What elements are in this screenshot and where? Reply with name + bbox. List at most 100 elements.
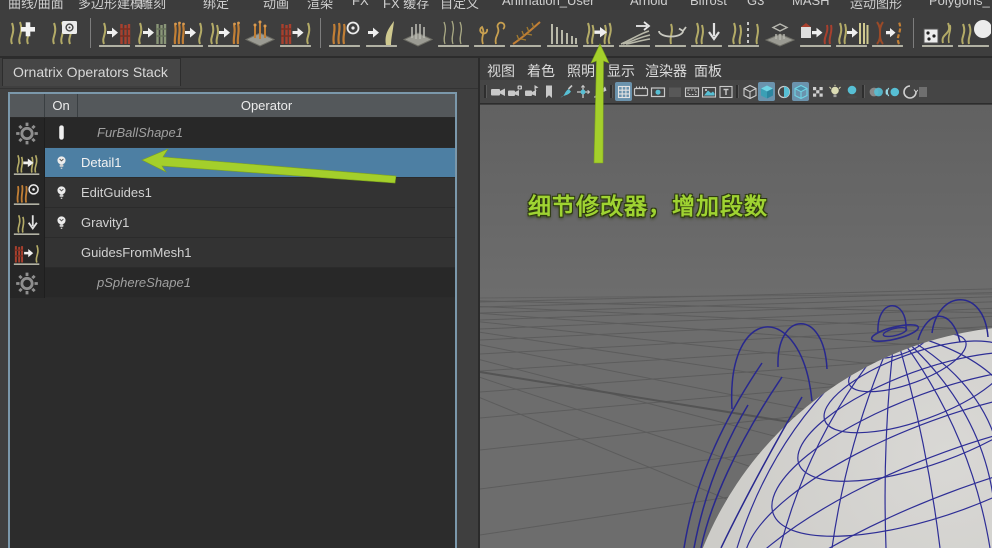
ornatrix-shelf	[0, 10, 992, 58]
ornatrix-render-settings-icon[interactable]	[43, 13, 84, 53]
menu-item[interactable]: 多边形建模	[78, 0, 143, 10]
menu-item[interactable]: G3	[747, 0, 764, 8]
gate-mask-icon[interactable]	[666, 82, 683, 101]
camera-select-icon[interactable]	[523, 82, 540, 101]
hair-clustering-icon[interactable]	[545, 13, 580, 53]
gravity-modifier-icon[interactable]	[690, 13, 725, 53]
hair-to-bamboo-icon[interactable]	[134, 13, 169, 53]
viewport-menu-item[interactable]: 视图	[487, 61, 515, 81]
image-plane-icon[interactable]	[700, 82, 717, 101]
menu-item[interactable]: FX 缓存	[383, 0, 429, 10]
move-tool-icon[interactable]	[574, 82, 591, 101]
gear-icon[interactable]	[10, 118, 45, 148]
operator-label: FurBallShape1	[97, 125, 183, 140]
guides-from-hair-icon[interactable]	[835, 13, 870, 53]
menu-item[interactable]: Polygons_	[929, 0, 990, 8]
menu-item[interactable]: FX	[352, 0, 369, 8]
edit-guides-icon[interactable]	[328, 13, 363, 53]
braid-guides-icon[interactable]	[871, 13, 906, 53]
shadows-icon[interactable]	[843, 82, 860, 101]
wireframe-cube-icon[interactable]	[741, 82, 758, 101]
pen-tool-icon[interactable]	[591, 82, 608, 101]
viewport-menu-item[interactable]: 着色	[527, 61, 555, 81]
gravity-operator-icon[interactable]	[10, 208, 45, 238]
grip-handle	[482, 84, 489, 100]
menu-item[interactable]: 雕刻	[140, 0, 166, 10]
toggle-render-bar[interactable]	[45, 123, 77, 142]
grid-toggle-icon[interactable]	[615, 82, 632, 101]
checker-icon[interactable]	[809, 82, 826, 101]
operator-label: pSphereShape1	[97, 275, 191, 290]
length-modifier-icon[interactable]	[436, 13, 471, 53]
grip-handle	[860, 84, 867, 100]
viewport-menu-item[interactable]: 显示	[607, 61, 635, 81]
guides-from-mesh-operator-icon[interactable]	[10, 238, 45, 268]
operator-label: EditGuides1	[81, 185, 152, 200]
operator-row-editguides1[interactable]: EditGuides1	[10, 178, 455, 208]
curl-modifier-icon[interactable]	[473, 13, 508, 53]
operator-label: Gravity1	[81, 215, 130, 230]
clipped-icon[interactable]	[918, 82, 935, 101]
viewport-menubar: 视图 着色 照明 显示 渲染器 面板	[480, 58, 992, 81]
panel-title-tab[interactable]: Ornatrix Operators Stack	[2, 58, 181, 86]
symmetry-modifier-icon[interactable]	[726, 13, 761, 53]
textured-icon[interactable]	[775, 82, 792, 101]
menu-item[interactable]: 绑定	[203, 0, 229, 10]
baked-hair-icon[interactable]	[798, 13, 833, 53]
hair-from-mesh-red-icon[interactable]	[98, 13, 133, 53]
film-gate-icon[interactable]	[632, 82, 649, 101]
motion-blur-icon[interactable]	[884, 82, 901, 101]
menu-item[interactable]: MASH	[792, 0, 830, 8]
bookmark-icon[interactable]	[540, 82, 557, 101]
ground-mesh-icon[interactable]	[400, 13, 435, 53]
menu-item[interactable]: Animation_User	[502, 0, 595, 8]
camera-icon[interactable]	[489, 82, 506, 101]
detail-operator-icon[interactable]	[10, 148, 45, 178]
menu-item[interactable]: 渲染	[307, 0, 333, 10]
shaded-cube-icon[interactable]	[758, 82, 775, 101]
menu-item[interactable]: 运动图形	[850, 0, 902, 10]
ground-strands-icon[interactable]	[242, 13, 277, 53]
ambient-occlusion-icon[interactable]	[867, 82, 884, 101]
viewport-menu-item[interactable]: 照明	[567, 61, 595, 81]
toggle-bulb[interactable]	[45, 213, 77, 232]
mesh-from-strands-icon[interactable]	[279, 13, 314, 53]
mesh-from-hair-icon[interactable]	[762, 13, 797, 53]
operator-row-guidesfrommesh1[interactable]: GuidesFromMesh1	[10, 238, 455, 268]
frizz-modifier-icon[interactable]	[509, 13, 544, 53]
hair-to-guides-icon[interactable]	[206, 13, 241, 53]
menu-item[interactable]: 动画	[263, 0, 289, 10]
viewport-menu-item[interactable]: 渲染器	[645, 61, 687, 81]
menu-item[interactable]: Arnold	[630, 0, 668, 8]
shell-sphere-icon[interactable]	[956, 13, 991, 53]
shelf-separator	[90, 18, 92, 48]
operator-row-furballshape1[interactable]: FurBallShape1	[10, 118, 455, 148]
wireframe-on-shaded-icon[interactable]	[792, 82, 809, 101]
resolution-gate-icon[interactable]	[649, 82, 666, 101]
paint-tool-icon[interactable]	[557, 82, 574, 101]
edit-guides-operator-icon[interactable]	[10, 178, 45, 208]
menu-item[interactable]: Bifrost	[690, 0, 727, 8]
operator-row-detail1[interactable]: Detail1	[10, 148, 455, 178]
rotate-strands-icon[interactable]	[654, 13, 689, 53]
hud-text-icon[interactable]	[717, 82, 734, 101]
surface-comb-icon[interactable]	[364, 13, 399, 53]
menu-item[interactable]: 自定义	[440, 0, 479, 10]
noise-modifier-icon[interactable]	[920, 13, 955, 53]
detail-modifier-icon[interactable]	[581, 13, 616, 53]
smooth-modifier-icon[interactable]	[617, 13, 652, 53]
ornatrix-add-hair-icon[interactable]	[1, 13, 42, 53]
field-chart-icon[interactable]	[683, 82, 700, 101]
use-lights-icon[interactable]	[826, 82, 843, 101]
viewport-menu-item[interactable]: 面板	[694, 61, 722, 81]
toggle-bulb[interactable]	[45, 183, 77, 202]
gear-icon[interactable]	[10, 268, 45, 298]
operator-row-psphereshape1[interactable]: pSphereShape1	[10, 268, 455, 298]
isolate-select-icon[interactable]	[901, 82, 918, 101]
menu-item[interactable]: 曲线/曲面	[8, 0, 64, 10]
viewport-3d-canvas[interactable]: 细节修改器，增加段数	[480, 105, 992, 548]
operator-row-gravity1[interactable]: Gravity1	[10, 208, 455, 238]
guides-to-hair-icon[interactable]	[170, 13, 205, 53]
camera-lock-icon[interactable]	[506, 82, 523, 101]
toggle-bulb[interactable]	[45, 153, 77, 172]
